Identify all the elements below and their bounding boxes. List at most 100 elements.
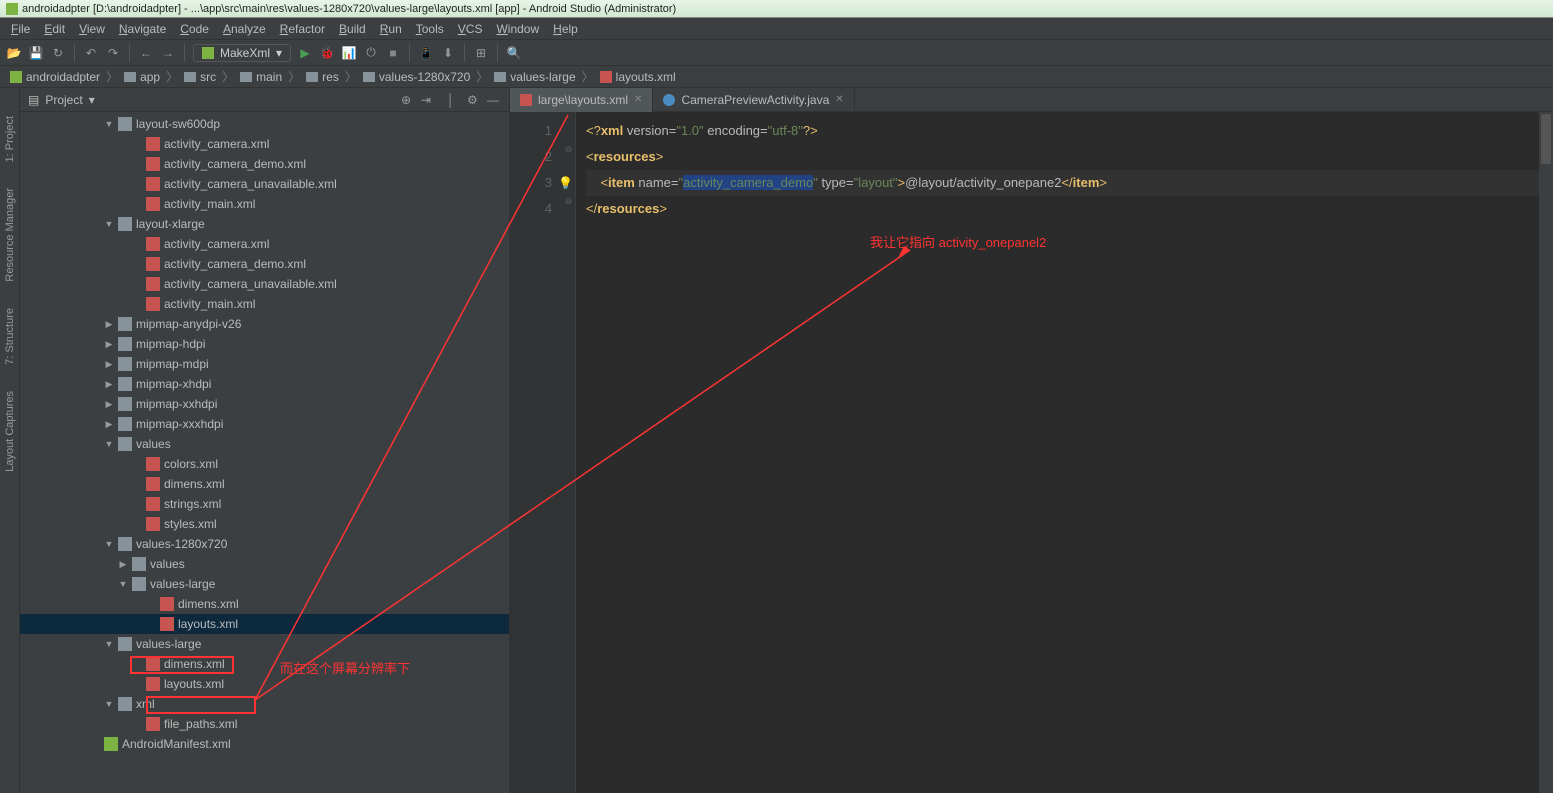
tree-item-values-1280x720[interactable]: values-1280x720 <box>20 534 509 554</box>
crumb-src[interactable]: src <box>180 70 220 84</box>
tree-item-mipmap-hdpi[interactable]: mipmap-hdpi <box>20 334 509 354</box>
structure-icon[interactable]: ⊞ <box>473 45 489 61</box>
expand-arrow-icon[interactable] <box>104 439 114 449</box>
attach-icon[interactable]: ⏻ <box>363 45 379 61</box>
back-icon[interactable]: ← <box>138 45 154 61</box>
search-icon[interactable]: 🔍 <box>506 45 522 61</box>
tool-tab----structure[interactable]: 7: Structure <box>2 300 18 373</box>
editor-tab-camerapreviewactivity-java[interactable]: CameraPreviewActivity.java✕ <box>653 88 854 112</box>
expand-arrow-icon[interactable] <box>118 579 128 589</box>
tree-item-dimens-xml[interactable]: dimens.xml <box>20 594 509 614</box>
tree-item-styles-xml[interactable]: styles.xml <box>20 514 509 534</box>
tree-item-xml[interactable]: xml <box>20 694 509 714</box>
tree-item-values-large[interactable]: values-large <box>20 574 509 594</box>
crumb-values-1280x720[interactable]: values-1280x720 <box>359 70 474 84</box>
tree-item-values[interactable]: values <box>20 554 509 574</box>
expand-arrow-icon[interactable] <box>104 339 114 350</box>
tree-item-activity-camera-demo-xml[interactable]: activity_camera_demo.xml <box>20 154 509 174</box>
tool-tab-resource-manager[interactable]: Resource Manager <box>2 180 18 290</box>
collapse-icon[interactable]: ⇥ <box>421 93 435 107</box>
run-icon[interactable]: ▶ <box>297 45 313 61</box>
tool-tab----project[interactable]: 1: Project <box>2 108 18 170</box>
editor-tab-large-layouts-xml[interactable]: large\layouts.xml✕ <box>510 88 653 112</box>
tree-item-mipmap-anydpi-v26[interactable]: mipmap-anydpi-v26 <box>20 314 509 334</box>
project-tree[interactable]: layout-sw600dpactivity_camera.xmlactivit… <box>20 112 509 793</box>
debug-icon[interactable]: 🐞 <box>319 45 335 61</box>
menu-code[interactable]: Code <box>173 20 216 38</box>
avd-icon[interactable]: 📱 <box>418 45 434 61</box>
tree-item-layouts-xml[interactable]: layouts.xml <box>20 614 509 634</box>
expand-arrow-icon[interactable] <box>104 219 114 229</box>
tree-item-activity-camera-unavailable-xml[interactable]: activity_camera_unavailable.xml <box>20 174 509 194</box>
hide-icon[interactable]: — <box>487 93 501 107</box>
tree-item-layout-sw600dp[interactable]: layout-sw600dp <box>20 114 509 134</box>
redo-icon[interactable]: ↷ <box>105 45 121 61</box>
menu-analyze[interactable]: Analyze <box>216 20 273 38</box>
menu-vcs[interactable]: VCS <box>451 20 490 38</box>
tree-item-values-large[interactable]: values-large <box>20 634 509 654</box>
gear-icon[interactable]: ⚙ <box>467 93 481 107</box>
tree-item-file-paths-xml[interactable]: file_paths.xml <box>20 714 509 734</box>
crumb-values-large[interactable]: values-large <box>490 70 579 84</box>
tree-item-mipmap-xxxhdpi[interactable]: mipmap-xxxhdpi <box>20 414 509 434</box>
profiler-icon[interactable]: 📊 <box>341 45 357 61</box>
stop-icon[interactable]: ■ <box>385 45 401 61</box>
open-icon[interactable]: 📂 <box>6 45 22 61</box>
chevron-down-icon[interactable]: ▾ <box>89 93 95 107</box>
expand-arrow-icon[interactable] <box>104 399 114 410</box>
code-content[interactable]: <?xml version="1.0" encoding="utf-8"?> <… <box>576 112 1553 793</box>
tree-item-dimens-xml[interactable]: dimens.xml <box>20 474 509 494</box>
tree-item-strings-xml[interactable]: strings.xml <box>20 494 509 514</box>
tree-item-dimens-xml[interactable]: dimens.xml <box>20 654 509 674</box>
target-icon[interactable]: ⊕ <box>401 93 415 107</box>
tree-item-activity-main-xml[interactable]: activity_main.xml <box>20 194 509 214</box>
expand-arrow-icon[interactable] <box>104 119 114 129</box>
tree-item-activity-camera-xml[interactable]: activity_camera.xml <box>20 134 509 154</box>
menu-run[interactable]: Run <box>373 20 409 38</box>
tree-item-colors-xml[interactable]: colors.xml <box>20 454 509 474</box>
menu-view[interactable]: View <box>72 20 112 38</box>
menu-window[interactable]: Window <box>489 20 546 38</box>
lightbulb-icon[interactable]: 💡 <box>558 170 573 196</box>
tree-item-activity-camera-xml[interactable]: activity_camera.xml <box>20 234 509 254</box>
crumb-app[interactable]: app <box>120 70 164 84</box>
menu-help[interactable]: Help <box>546 20 585 38</box>
tree-item-layout-xlarge[interactable]: layout-xlarge <box>20 214 509 234</box>
sdk-icon[interactable]: ⬇ <box>440 45 456 61</box>
tree-item-activity-main-xml[interactable]: activity_main.xml <box>20 294 509 314</box>
run-config-selector[interactable]: MakeXml ▾ <box>193 44 291 62</box>
sync-icon[interactable]: ↻ <box>50 45 66 61</box>
tree-item-layouts-xml[interactable]: layouts.xml <box>20 674 509 694</box>
fold-column[interactable]: ⊖⊖ <box>562 112 576 793</box>
editor-body[interactable]: 1234 ⊖⊖ <?xml version="1.0" encoding="ut… <box>510 112 1553 793</box>
tree-item-mipmap-mdpi[interactable]: mipmap-mdpi <box>20 354 509 374</box>
menu-tools[interactable]: Tools <box>409 20 451 38</box>
crumb-layouts.xml[interactable]: layouts.xml <box>596 70 680 84</box>
save-icon[interactable]: 💾 <box>28 45 44 61</box>
expand-arrow-icon[interactable] <box>104 639 114 649</box>
crumb-androidadpter[interactable]: androidadpter <box>6 70 104 84</box>
expand-arrow-icon[interactable] <box>104 539 114 549</box>
expand-arrow-icon[interactable] <box>104 359 114 370</box>
tree-item-mipmap-xhdpi[interactable]: mipmap-xhdpi <box>20 374 509 394</box>
crumb-res[interactable]: res <box>302 70 343 84</box>
tree-item-values[interactable]: values <box>20 434 509 454</box>
tree-item-activity-camera-demo-xml[interactable]: activity_camera_demo.xml <box>20 254 509 274</box>
expand-arrow-icon[interactable] <box>104 699 114 709</box>
undo-icon[interactable]: ↶ <box>83 45 99 61</box>
tree-item-activity-camera-unavailable-xml[interactable]: activity_camera_unavailable.xml <box>20 274 509 294</box>
expand-arrow-icon[interactable] <box>104 419 114 430</box>
menu-navigate[interactable]: Navigate <box>112 20 173 38</box>
editor-scrollbar[interactable] <box>1539 112 1553 793</box>
close-icon[interactable]: ✕ <box>835 94 843 105</box>
tool-tab-layout-captures[interactable]: Layout Captures <box>2 383 18 480</box>
expand-arrow-icon[interactable] <box>104 319 114 330</box>
expand-arrow-icon[interactable] <box>104 379 114 390</box>
menu-build[interactable]: Build <box>332 20 373 38</box>
menu-refactor[interactable]: Refactor <box>273 20 332 38</box>
tree-item-androidmanifest-xml[interactable]: AndroidManifest.xml <box>20 734 509 754</box>
forward-icon[interactable]: → <box>160 45 176 61</box>
close-icon[interactable]: ✕ <box>634 94 642 105</box>
menu-file[interactable]: File <box>4 20 37 38</box>
tree-item-mipmap-xxhdpi[interactable]: mipmap-xxhdpi <box>20 394 509 414</box>
